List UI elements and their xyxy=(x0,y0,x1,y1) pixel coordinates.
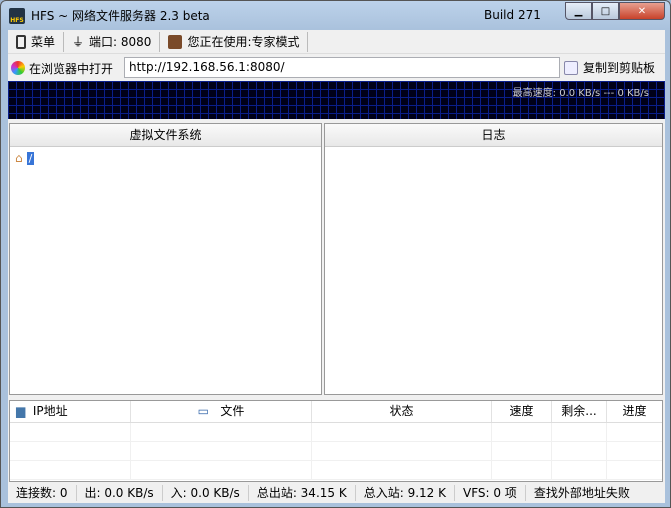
users-icon xyxy=(168,34,183,49)
status-bar: 连接数: 0 出: 0.0 KB/s 入: 0.0 KB/s 总出站: 34.1… xyxy=(8,483,665,503)
title-bar: HFS HFS ~ 网络文件服务器 2.3 beta xyxy=(9,7,210,24)
status-total-in: 总入站: 9.12 K xyxy=(356,485,455,501)
menu-button[interactable]: 菜单 xyxy=(8,31,65,52)
connections-list: ▆ IP地址 ▭ 文件 状态 速度 剩余... 进度 xyxy=(9,400,663,482)
copy-icon xyxy=(564,60,578,75)
column-ip[interactable]: ▆ IP地址 xyxy=(10,401,131,422)
port-label: 端口: 8080 xyxy=(89,35,152,49)
build-label: Build 271 xyxy=(484,8,541,22)
minimize-button[interactable]: ▁ xyxy=(565,2,592,20)
open-in-browser-button[interactable]: 在浏览器中打开 xyxy=(8,60,113,77)
url-field[interactable]: http://192.168.56.1:8080/ xyxy=(124,57,560,78)
status-external-address: 查找外部地址失败 xyxy=(533,486,630,500)
column-file-label: 文件 xyxy=(220,404,245,418)
hfs-logo-icon: HFS xyxy=(9,7,25,24)
vfs-root-item[interactable]: ⌂ / xyxy=(15,151,35,165)
column-progress[interactable]: 进度 xyxy=(607,401,662,422)
window-title: HFS ~ 网络文件服务器 2.3 beta xyxy=(31,9,210,23)
status-in-speed: 入: 0.0 KB/s xyxy=(163,485,249,501)
browser-icon xyxy=(11,61,25,75)
copy-label: 复制到剪贴板 xyxy=(583,61,656,75)
mode-label: 您正在使用:专家模式 xyxy=(187,35,300,49)
log-panel: 日志 xyxy=(324,123,663,395)
column-ip-label: IP地址 xyxy=(32,404,68,418)
mode-button[interactable]: 您正在使用:专家模式 xyxy=(160,31,309,52)
menu-label: 菜单 xyxy=(31,35,56,49)
computer-icon: ▆ xyxy=(16,404,26,418)
close-button[interactable]: ✕ xyxy=(619,2,665,20)
copy-to-clipboard-button[interactable]: 复制到剪贴板 xyxy=(564,59,655,76)
home-icon: ⌂ xyxy=(15,151,23,165)
status-connections: 连接数: 0 xyxy=(8,485,77,501)
status-total-out: 总出站: 34.15 K xyxy=(249,485,356,501)
menu-icon xyxy=(16,34,26,49)
window-icon: ▭ xyxy=(197,404,209,418)
column-remaining[interactable]: 剩余... xyxy=(552,401,607,422)
maximize-button[interactable]: □ xyxy=(592,2,619,20)
port-button[interactable]: ⏚ 端口: 8080 xyxy=(64,31,161,52)
vfs-header: 虚拟文件系统 xyxy=(10,124,321,147)
plug-icon: ⏚ xyxy=(72,35,85,49)
bandwidth-graph: 最高速度: 0.0 KB/s --- 0 KB/s xyxy=(8,81,665,119)
status-out-speed: 出: 0.0 KB/s xyxy=(77,485,163,501)
log-header: 日志 xyxy=(325,124,662,147)
max-speed-label: 最高速度: 0.0 KB/s --- 0 KB/s xyxy=(512,88,649,99)
status-vfs-count: VFS: 0 项 xyxy=(455,485,526,501)
vfs-panel: 虚拟文件系统 ⌂ / xyxy=(9,123,322,395)
column-status[interactable]: 状态 xyxy=(312,401,492,422)
column-file[interactable]: ▭ 文件 xyxy=(131,401,312,422)
window-frame: HFS HFS ~ 网络文件服务器 2.3 beta Build 271 ▁ □… xyxy=(0,0,671,508)
column-speed[interactable]: 速度 xyxy=(492,401,552,422)
vfs-root-label: / xyxy=(26,151,35,165)
open-in-browser-label: 在浏览器中打开 xyxy=(29,61,114,76)
